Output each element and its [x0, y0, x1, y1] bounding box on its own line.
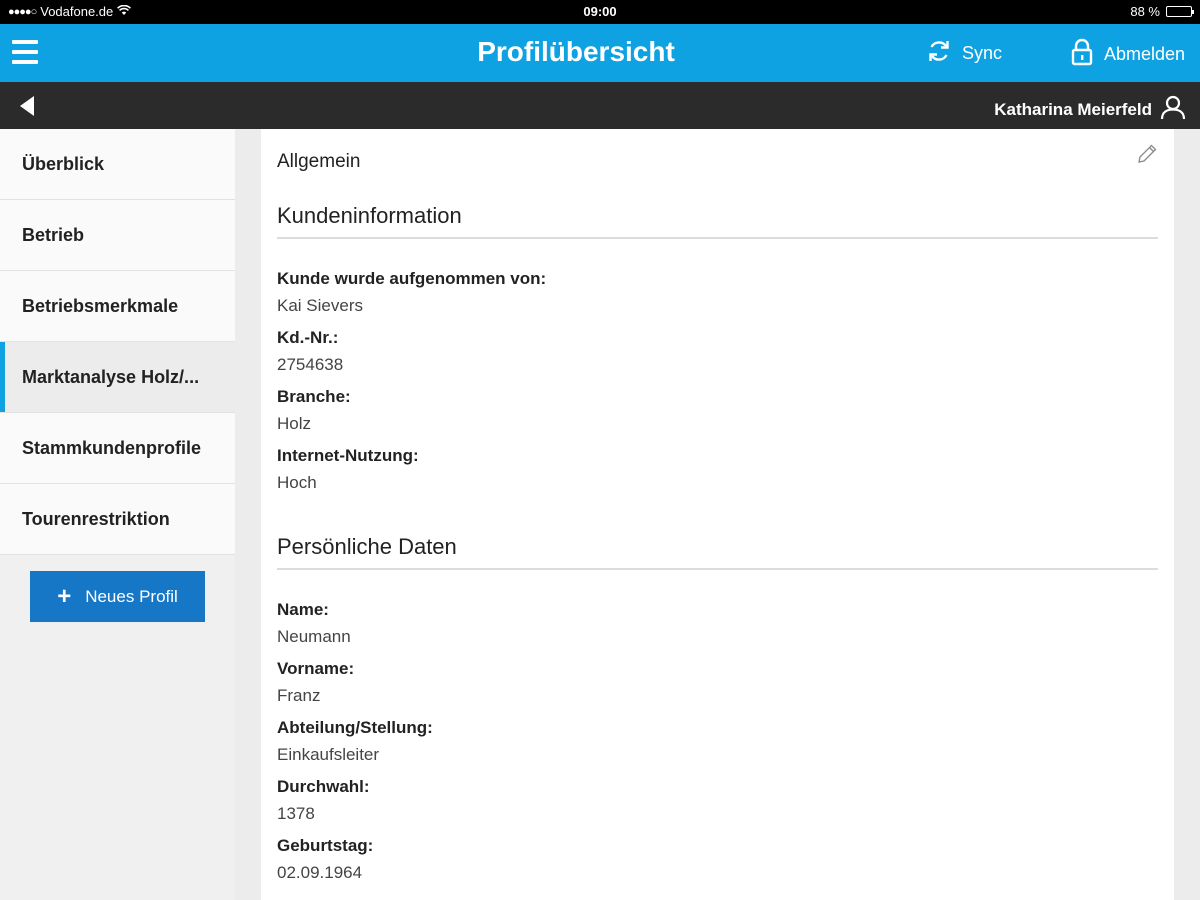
sync-button[interactable]: Sync — [926, 38, 1002, 69]
lock-icon — [1070, 38, 1094, 71]
sync-icon — [926, 38, 952, 69]
user-name: Katharina Meierfeld — [994, 99, 1152, 119]
field-label: Internet-Nutzung: — [277, 446, 419, 465]
user-info[interactable]: Katharina Meierfeld — [994, 94, 1186, 125]
sidebar-item-label: Tourenrestriktion — [22, 508, 170, 529]
new-profile-button[interactable]: + Neues Profil — [30, 571, 205, 622]
sidebar-item-betrieb[interactable]: Betrieb — [0, 200, 235, 271]
section-title: Persönliche Daten — [277, 534, 1158, 570]
status-time: 09:00 — [583, 4, 617, 19]
plus-icon: + — [57, 582, 72, 610]
field-value: 1378 — [277, 804, 315, 823]
field-vorname: Vorname: Franz — [277, 659, 1158, 706]
status-bar: ●●●●○ Vodafone.de 09:00 88 % — [0, 0, 1200, 24]
sidebar: Überblick Betrieb Betriebsmerkmale Markt… — [0, 129, 235, 900]
sidebar-item-stammkundenprofile[interactable]: Stammkundenprofile — [0, 413, 235, 484]
field-branche: Branche: Holz — [277, 387, 1158, 434]
field-internet-nutzung: Internet-Nutzung: Hoch — [277, 446, 1158, 493]
section-persoenliche-daten: Persönliche Daten Name: Neumann Vorname:… — [277, 534, 1158, 895]
profile-content: Allgemein Kundeninformation Kunde wurde … — [261, 129, 1174, 900]
sidebar-item-label: Betriebsmerkmale — [22, 295, 179, 316]
app-bar: Profilübersicht Sync Abmelden — [0, 24, 1200, 82]
section-title: Kundeninformation — [277, 203, 1158, 239]
battery-icon — [1166, 6, 1194, 17]
new-profile-label: Neues Profil — [85, 586, 178, 606]
field-geburtstag: Geburtstag: 02.09.1964 — [277, 836, 1158, 883]
logout-button[interactable]: Abmelden — [1070, 38, 1185, 71]
field-value: Kai Sievers — [277, 296, 363, 315]
sidebar-item-ueberblick[interactable]: Überblick — [0, 129, 235, 200]
sub-header: Katharina Meierfeld — [0, 82, 1200, 129]
field-kundennummer: Kd.-Nr.: 2754638 — [277, 328, 1158, 375]
sidebar-item-label: Betrieb — [22, 224, 85, 245]
sidebar-item-betriebsmerkmale[interactable]: Betriebsmerkmale — [0, 271, 235, 342]
field-label: Kunde wurde aufgenommen von: — [277, 269, 547, 288]
field-value: 02.09.1964 — [277, 863, 363, 882]
field-value: Holz — [277, 414, 312, 433]
field-aufgenommen-von: Kunde wurde aufgenommen von: Kai Sievers — [277, 269, 1158, 316]
field-value: Hoch — [277, 473, 317, 492]
sync-label: Sync — [962, 43, 1003, 63]
field-value: Neumann — [277, 627, 351, 646]
user-icon — [1160, 94, 1186, 125]
field-durchwahl: Durchwahl: 1378 — [277, 777, 1158, 824]
field-value: Franz — [277, 686, 321, 705]
battery-percent: 88 % — [1130, 4, 1160, 19]
sidebar-item-label: Stammkundenprofile — [22, 437, 202, 458]
field-label: Geburtstag: — [277, 836, 374, 855]
status-right: 88 % — [1130, 4, 1194, 19]
field-value: 2754638 — [277, 355, 344, 374]
sidebar-item-marktanalyse[interactable]: Marktanalyse Holz/... — [0, 342, 235, 413]
back-arrow-icon[interactable] — [20, 96, 34, 116]
field-label: Vorname: — [277, 659, 355, 678]
sidebar-item-tourenrestriktion[interactable]: Tourenrestriktion — [0, 484, 235, 555]
logout-label: Abmelden — [1104, 44, 1186, 64]
section-kundeninformation: Kundeninformation Kunde wurde aufgenomme… — [277, 203, 1158, 505]
field-label: Abteilung/Stellung: — [277, 718, 433, 737]
field-abteilung-stellung: Abteilung/Stellung: Einkaufsleiter — [277, 718, 1158, 765]
field-label: Name: — [277, 600, 329, 619]
field-name: Name: Neumann — [277, 600, 1158, 647]
section-general: Allgemein — [277, 151, 361, 172]
field-label: Durchwahl: — [277, 777, 370, 796]
edit-pencil-icon[interactable] — [1136, 143, 1158, 170]
sidebar-item-label: Marktanalyse Holz/... — [22, 366, 200, 387]
field-value: Einkaufsleiter — [277, 745, 380, 764]
field-label: Kd.-Nr.: — [277, 328, 339, 347]
field-label: Branche: — [277, 387, 351, 406]
sidebar-item-label: Überblick — [22, 153, 105, 174]
